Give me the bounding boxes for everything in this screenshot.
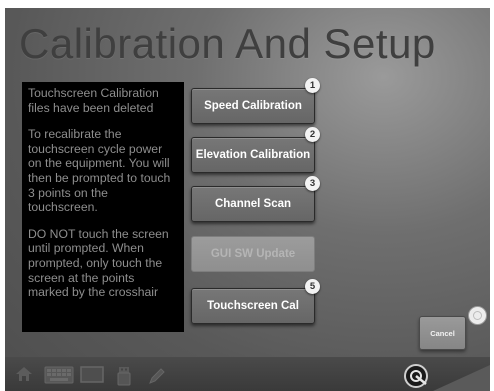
info-paragraph: DO NOT touch the screen until prompted. … bbox=[28, 226, 169, 300]
pen-icon[interactable] bbox=[147, 366, 167, 386]
button-label: Touchscreen Cal bbox=[207, 300, 299, 312]
cancel-button[interactable]: Cancel bbox=[419, 316, 466, 350]
channel-scan-button[interactable]: Channel Scan bbox=[191, 186, 315, 222]
keyboard-icon[interactable] bbox=[44, 366, 74, 384]
page-title: Calibration And Setup bbox=[19, 20, 436, 67]
button-label: GUI SW Update bbox=[210, 248, 296, 260]
badge-2: 2 bbox=[305, 127, 320, 142]
monitor-icon[interactable] bbox=[80, 366, 104, 384]
elevation-calibration-button[interactable]: Elevation Calibration bbox=[191, 137, 315, 173]
button-label: Elevation Calibration bbox=[195, 149, 311, 161]
touchscreen-display: Calibration And Setup Touchscreen Calibr… bbox=[5, 8, 490, 391]
taskbar bbox=[5, 357, 490, 391]
info-paragraph: Touchscreen Calibration files have been … bbox=[28, 86, 159, 115]
cancel-indicator-icon bbox=[468, 306, 487, 325]
touchscreen-cal-button[interactable]: Touchscreen Cal bbox=[191, 288, 315, 324]
button-label: Channel Scan bbox=[214, 198, 292, 210]
badge-3: 3 bbox=[305, 176, 320, 191]
info-panel: Touchscreen Calibration files have been … bbox=[22, 82, 184, 332]
badge-5: 5 bbox=[305, 279, 320, 294]
info-paragraph: To recalibrate the touchscreen cycle pow… bbox=[28, 127, 171, 215]
badge-1: 1 bbox=[305, 78, 320, 93]
power-icon[interactable] bbox=[403, 363, 429, 389]
speed-calibration-button[interactable]: Speed Calibration bbox=[191, 88, 315, 124]
signal-strength-icon bbox=[433, 365, 490, 391]
home-icon[interactable] bbox=[15, 366, 33, 382]
button-label: Speed Calibration bbox=[204, 100, 302, 112]
cancel-label: Cancel bbox=[430, 328, 455, 338]
gui-sw-update-button[interactable]: GUI SW Update bbox=[191, 236, 315, 272]
usb-icon[interactable] bbox=[117, 366, 131, 386]
